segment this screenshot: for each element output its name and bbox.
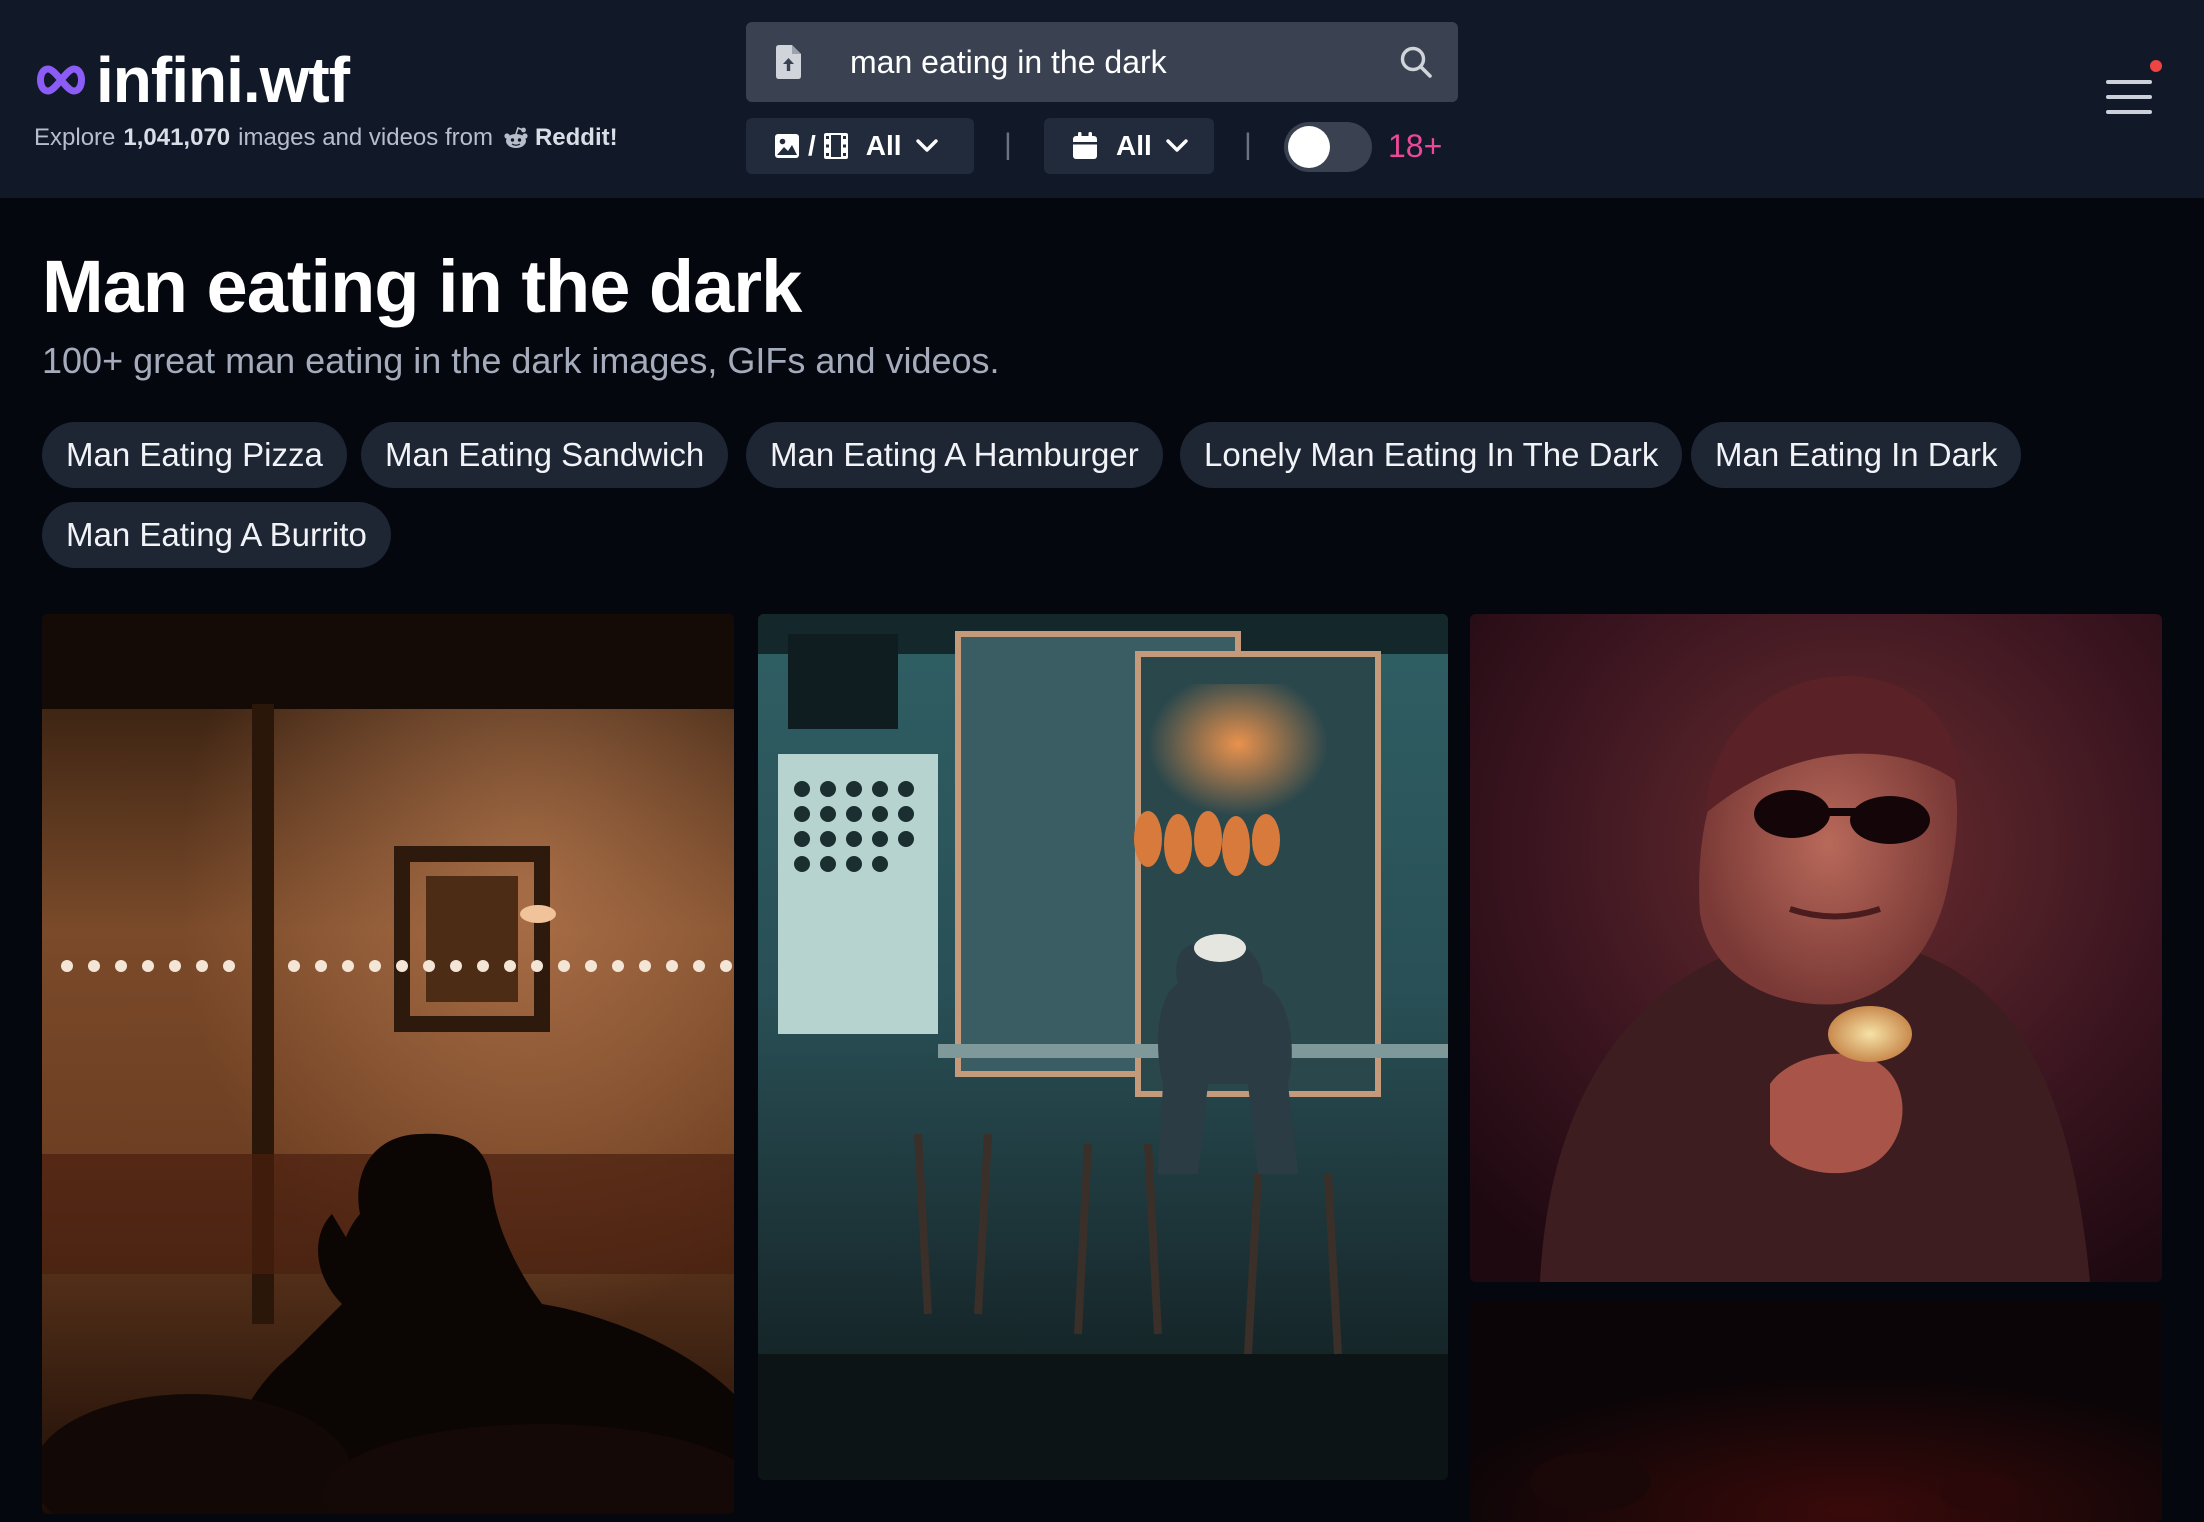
image-count: 1,041,070 xyxy=(123,124,231,151)
search-bar xyxy=(746,22,1458,102)
site-tagline: Explore 1,041,070 images and videos from… xyxy=(34,124,618,152)
logo-text: infini.wtf xyxy=(96,44,350,116)
calendar-icon xyxy=(1073,132,1097,159)
film-icon xyxy=(823,133,848,159)
page-subtitle: 100+ great man eating in the dark images… xyxy=(42,340,1000,381)
image-card[interactable] xyxy=(1470,1302,2162,1522)
nsfw-toggle[interactable] xyxy=(1284,122,1372,172)
related-tag[interactable]: Man Eating Sandwich xyxy=(361,422,729,488)
hamburger-menu-icon[interactable] xyxy=(2106,74,2152,120)
image-card[interactable] xyxy=(1470,614,2162,1282)
infinity-icon xyxy=(37,65,85,95)
nsfw-label: 18+ xyxy=(1388,128,1443,164)
related-tag[interactable]: Lonely Man Eating In The Dark xyxy=(1180,422,1683,488)
media-type-separator: / xyxy=(808,130,816,161)
reddit-icon xyxy=(504,126,528,148)
related-tag[interactable]: Man Eating A Burrito xyxy=(42,502,391,568)
related-tag[interactable]: Man Eating Pizza xyxy=(42,422,347,488)
thumbnail-image xyxy=(42,614,734,1514)
page-title: Man eating in the dark xyxy=(42,245,802,328)
source-reddit[interactable]: Reddit xyxy=(535,124,610,152)
chevron-down-icon xyxy=(1166,139,1188,152)
toggle-knob xyxy=(1288,126,1330,168)
site-logo[interactable]: infini.wtf xyxy=(34,40,350,120)
image-icon xyxy=(775,134,799,158)
date-range-value: All xyxy=(1116,130,1152,161)
thumbnail-image xyxy=(758,614,1448,1480)
tagline-suffix: ! xyxy=(609,124,618,151)
media-type-filter[interactable]: / All xyxy=(746,118,974,174)
filter-divider: | xyxy=(1244,128,1252,161)
filter-divider: | xyxy=(1004,128,1012,161)
tagline-middle: images and videos from xyxy=(238,124,493,151)
related-tag[interactable]: Man Eating A Hamburger xyxy=(746,422,1163,488)
file-upload-icon[interactable] xyxy=(774,44,802,80)
search-input[interactable] xyxy=(850,36,1330,88)
media-type-value: All xyxy=(865,130,902,161)
top-header: infini.wtf Explore 1,041,070 images and … xyxy=(0,0,2204,198)
image-card[interactable] xyxy=(758,614,1448,1480)
chevron-down-icon xyxy=(915,139,938,152)
date-range-filter[interactable]: All xyxy=(1044,118,1214,174)
thumbnail-image xyxy=(1470,1302,2162,1522)
thumbnail-image xyxy=(1470,614,2162,1282)
search-icon[interactable] xyxy=(1398,44,1434,80)
tagline-prefix: Explore xyxy=(34,124,116,151)
image-card[interactable] xyxy=(42,614,734,1514)
notification-dot xyxy=(2150,60,2162,72)
related-tag[interactable]: Man Eating In Dark xyxy=(1691,422,2022,488)
